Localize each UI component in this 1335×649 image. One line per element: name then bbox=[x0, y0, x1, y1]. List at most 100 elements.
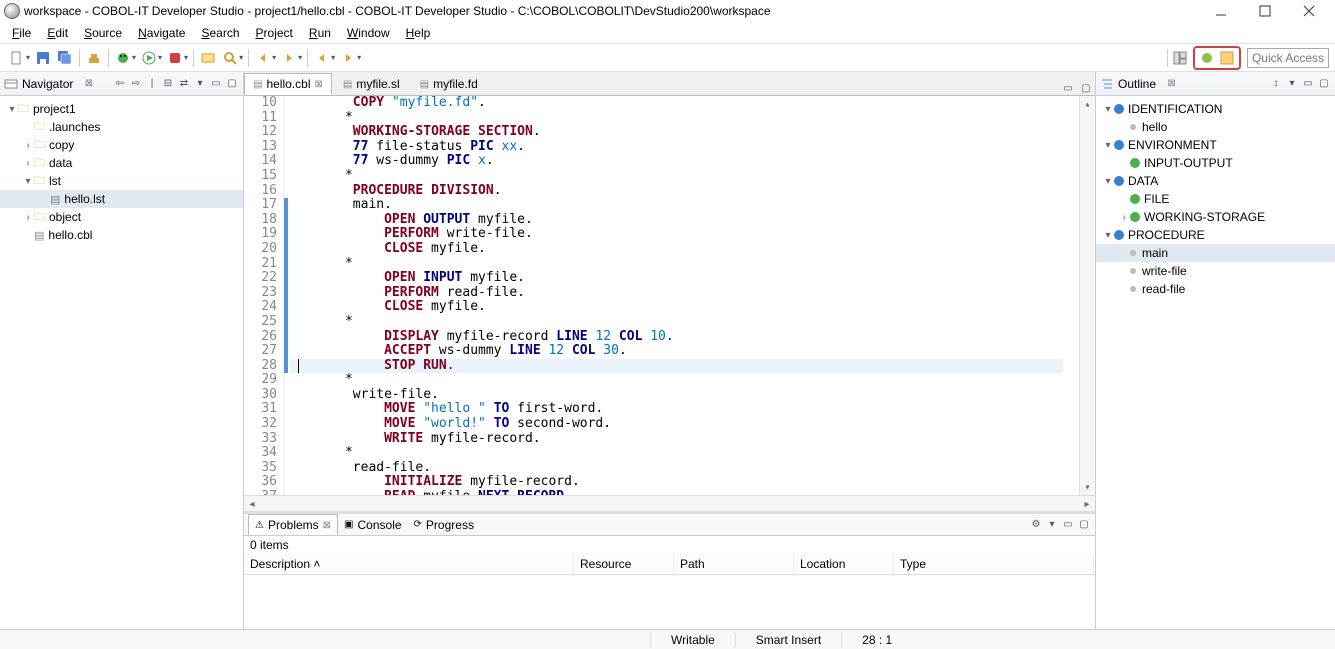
menu-source[interactable]: Source bbox=[76, 24, 130, 42]
external-tools-button[interactable] bbox=[165, 48, 185, 68]
nav-item-hello-cbl[interactable]: ▤hello.cbl bbox=[0, 226, 243, 244]
editor-tab-myfile-sl[interactable]: ▤myfile.sl bbox=[334, 73, 409, 95]
editor-tab-myfile-fd[interactable]: ▤myfile.fd bbox=[411, 73, 487, 95]
menu-search[interactable]: Search bbox=[193, 24, 247, 42]
fold-marker[interactable] bbox=[284, 198, 288, 373]
menu-run[interactable]: Run bbox=[301, 24, 339, 42]
new-button[interactable] bbox=[7, 48, 27, 68]
outline-view-menu-icon[interactable]: ▾ bbox=[1285, 77, 1299, 91]
dropdown-arrow-icon[interactable]: ▾ bbox=[158, 53, 162, 62]
problems-view-gear-icon[interactable]: ⚙ bbox=[1029, 518, 1043, 532]
outline-minimize-icon[interactable]: ▭ bbox=[1301, 77, 1315, 91]
dropdown-arrow-icon[interactable]: ▾ bbox=[26, 53, 30, 62]
problems-col-resource[interactable]: Resource bbox=[574, 554, 674, 574]
open-type-button[interactable] bbox=[198, 48, 218, 68]
problems-minimize-icon[interactable]: ▭ bbox=[1061, 518, 1075, 532]
outline-item-input-output[interactable]: INPUT-OUTPUT bbox=[1096, 154, 1335, 172]
dropdown-arrow-icon[interactable]: ▾ bbox=[239, 53, 243, 62]
menu-project[interactable]: Project bbox=[248, 24, 301, 42]
close-button[interactable] bbox=[1295, 1, 1323, 21]
editor-maximize-icon[interactable]: ▢ bbox=[1079, 81, 1093, 95]
run-button[interactable] bbox=[139, 48, 159, 68]
annotation-next-button[interactable] bbox=[279, 48, 299, 68]
problems-col-description[interactable]: Description ˄ bbox=[244, 554, 574, 574]
problems-maximize-icon[interactable]: ▢ bbox=[1077, 518, 1091, 532]
dropdown-arrow-icon[interactable]: ▾ bbox=[272, 53, 276, 62]
scroll-left-icon[interactable]: ◂ bbox=[244, 496, 260, 512]
debug-button[interactable] bbox=[113, 48, 133, 68]
bottom-tab-console[interactable]: ▣Console bbox=[338, 514, 407, 535]
menu-window[interactable]: Window bbox=[339, 24, 398, 42]
horizontal-scrollbar[interactable]: ◂ ▸ bbox=[244, 495, 1095, 511]
quick-access-input[interactable]: Quick Access bbox=[1247, 48, 1329, 68]
editor-minimize-icon[interactable]: ▭ bbox=[1061, 81, 1075, 95]
problems-col-location[interactable]: Location bbox=[794, 554, 894, 574]
minimize-button[interactable] bbox=[1207, 1, 1235, 21]
outline-maximize-icon[interactable]: ▢ bbox=[1317, 77, 1331, 91]
nav-item-lst[interactable]: ▾🗀lst bbox=[0, 172, 243, 190]
bottom-tab-problems[interactable]: ⚠Problems ⊠ bbox=[248, 514, 338, 535]
debug-perspective-button[interactable] bbox=[1199, 50, 1215, 66]
outline-item-procedure[interactable]: ▾PROCEDURE bbox=[1096, 226, 1335, 244]
menu-help[interactable]: Help bbox=[398, 24, 439, 42]
scroll-right-icon[interactable]: ▸ bbox=[1079, 496, 1095, 512]
nav-back-button[interactable] bbox=[312, 48, 332, 68]
outline-item-read-file[interactable]: read-file bbox=[1096, 280, 1335, 298]
statusbar: Writable Smart Insert 28 : 1 bbox=[0, 629, 1335, 649]
scroll-up-icon[interactable]: ▴ bbox=[1084, 96, 1090, 112]
status-insert-mode: Smart Insert bbox=[735, 633, 841, 647]
outline-item-hello[interactable]: hello bbox=[1096, 118, 1335, 136]
problems-panel: ⚠Problems ⊠▣Console⟳Progress ⚙ ▾ ▭ ▢ 0 i… bbox=[244, 511, 1095, 629]
outline-item-working-storage[interactable]: ›WORKING-STORAGE bbox=[1096, 208, 1335, 226]
nav-forward-button[interactable] bbox=[338, 48, 358, 68]
outline-item-file[interactable]: FILE bbox=[1096, 190, 1335, 208]
nav-back-icon[interactable]: ⇦ bbox=[113, 77, 127, 91]
problems-count: 0 items bbox=[244, 536, 1095, 554]
bottom-tab-progress[interactable]: ⟳Progress bbox=[408, 514, 480, 535]
dropdown-arrow-icon[interactable]: ▾ bbox=[357, 53, 361, 62]
dropdown-arrow-icon[interactable]: ▾ bbox=[184, 53, 188, 62]
nav-item-project1[interactable]: ▾🗀project1 bbox=[0, 100, 243, 118]
dropdown-arrow-icon[interactable]: ▾ bbox=[298, 53, 302, 62]
build-button[interactable] bbox=[84, 48, 104, 68]
pin-icon[interactable]: ⊠ bbox=[1167, 78, 1175, 89]
menu-file[interactable]: File bbox=[4, 24, 39, 42]
nav-item--launches[interactable]: 🗀.launches bbox=[0, 118, 243, 136]
link-editor-icon[interactable]: ⇄ bbox=[177, 77, 191, 91]
save-all-button[interactable] bbox=[55, 48, 75, 68]
nav-item-object[interactable]: ›🗀object bbox=[0, 208, 243, 226]
nav-sep: | bbox=[145, 77, 159, 91]
outline-item-main[interactable]: main bbox=[1096, 244, 1335, 262]
cobol-perspective-button[interactable] bbox=[1219, 50, 1235, 66]
outline-item-data[interactable]: ▾DATA bbox=[1096, 172, 1335, 190]
view-menu-icon[interactable]: ▾ bbox=[193, 77, 207, 91]
vertical-scrollbar[interactable]: ▴ ▾ bbox=[1079, 96, 1095, 495]
scroll-down-icon[interactable]: ▾ bbox=[1084, 479, 1090, 495]
maximize-view-icon[interactable]: ▢ bbox=[225, 77, 239, 91]
maximize-button[interactable] bbox=[1251, 1, 1279, 21]
dropdown-arrow-icon[interactable]: ▾ bbox=[132, 53, 136, 62]
nav-item-data[interactable]: ›🗀data bbox=[0, 154, 243, 172]
problems-view-menu-icon[interactable]: ▾ bbox=[1045, 518, 1059, 532]
pin-icon[interactable]: ⊠ bbox=[85, 78, 93, 89]
outline-sort-icon[interactable]: ↕ bbox=[1269, 77, 1283, 91]
save-button[interactable] bbox=[33, 48, 53, 68]
editor-tab-hello-cbl[interactable]: ▤hello.cbl ⊠ bbox=[244, 73, 332, 95]
outline-item-environment[interactable]: ▾ENVIRONMENT bbox=[1096, 136, 1335, 154]
dropdown-arrow-icon[interactable]: ▾ bbox=[331, 53, 335, 62]
outline-item-write-file[interactable]: write-file bbox=[1096, 262, 1335, 280]
menu-navigate[interactable]: Navigate bbox=[130, 24, 193, 42]
minimize-view-icon[interactable]: ▭ bbox=[209, 77, 223, 91]
code-editor[interactable]: 1011121314151617181920212223242526272829… bbox=[244, 96, 1095, 495]
menu-edit[interactable]: Edit bbox=[39, 24, 76, 42]
nav-item-copy[interactable]: ›🗀copy bbox=[0, 136, 243, 154]
perspective-switch-icon[interactable] bbox=[1173, 51, 1187, 65]
problems-col-path[interactable]: Path bbox=[674, 554, 794, 574]
annotation-prev-button[interactable] bbox=[253, 48, 273, 68]
collapse-all-icon[interactable]: ⊟ bbox=[161, 77, 175, 91]
outline-item-identification[interactable]: ▾IDENTIFICATION bbox=[1096, 100, 1335, 118]
nav-fwd-icon[interactable]: ⇨ bbox=[129, 77, 143, 91]
nav-item-hello-lst[interactable]: ▤hello.lst bbox=[0, 190, 243, 208]
search-button[interactable] bbox=[220, 48, 240, 68]
problems-col-type[interactable]: Type bbox=[894, 554, 1094, 574]
